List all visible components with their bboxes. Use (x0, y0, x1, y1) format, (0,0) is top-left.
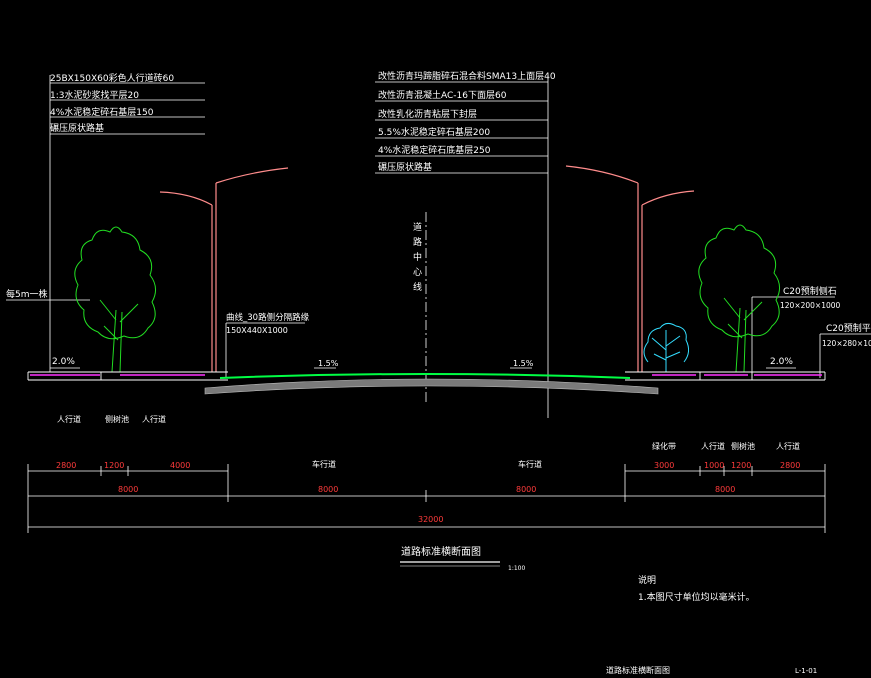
left-layer-1: 25BX150X60彩色人行道砖60 (50, 72, 174, 84)
dim-row2-center-right: 8000 (516, 485, 536, 494)
label-left-tree-pit: 侧树池 (105, 414, 129, 424)
tree-spacing-note: 每5m一株 (6, 288, 48, 300)
dim-row2-right: 8000 (715, 485, 735, 494)
dim-left-4000: 4000 (170, 461, 190, 470)
left-layer-4: 碾压原状路基 (50, 122, 104, 134)
road-cross-section-drawing: 25BX150X60彩色人行道砖60 1:3水泥砂浆找平层20 4%水泥稳定碎石… (6, 70, 871, 675)
dim-right-1000: 1000 (704, 461, 724, 470)
right-curb-2-size: 120×280×1000 (822, 339, 871, 348)
right-shrub-icon (643, 322, 690, 372)
label-lane-right: 车行道 (518, 459, 542, 469)
slope-left-sidewalk: 2.0% (52, 357, 75, 367)
label-right-greenbelt: 绿化带 (652, 441, 676, 451)
road-base-gravel (204, 378, 659, 395)
left-curb-title: 曲线_30路侧分隔路缘 (226, 312, 310, 323)
center-layer-2: 改性沥青混凝土AC-16下面层60 (378, 89, 507, 101)
center-layer-6: 碾压原状路基 (378, 161, 432, 173)
right-tree-icon (698, 224, 780, 373)
titleblock-number: L-1-01 (795, 667, 817, 675)
dim-right-1200: 1200 (731, 461, 751, 470)
left-tree-icon (74, 226, 156, 373)
dim-total: 32000 (418, 515, 443, 524)
right-curb-2-title: C20预制平石 (826, 322, 871, 334)
left-curb-size: 150X440X1000 (226, 326, 288, 335)
cad-drawing-canvas: 25BX150X60彩色人行道砖60 1:3水泥砂浆找平层20 4%水泥稳定碎石… (0, 0, 871, 678)
dim-right-2800: 2800 (780, 461, 800, 470)
titleblock-title: 道路标准横断面图 (606, 665, 670, 675)
dim-right-3000: 3000 (654, 461, 674, 470)
center-layer-4: 5.5%水泥稳定碎石基层200 (378, 126, 490, 138)
notes-heading: 说明 (638, 574, 656, 586)
center-layer-1: 改性沥青玛蹄脂碎石混合料SMA13上面层40 (378, 70, 556, 82)
dim-row2-left: 8000 (118, 485, 138, 494)
road-surface (219, 373, 631, 379)
label-left-sidewalk-1: 人行道 (57, 414, 81, 424)
note-1: 1.本图尺寸单位均以毫米计。 (638, 591, 755, 603)
slope-right-sidewalk: 2.0% (770, 357, 793, 367)
label-lane-left: 车行道 (312, 459, 336, 469)
dim-left-2800: 2800 (56, 461, 76, 470)
slope-right-road: 1.5% (513, 359, 534, 368)
label-left-sidewalk-2: 人行道 (142, 414, 166, 424)
center-layer-5: 4%水泥稳定碎石底基层250 (378, 144, 491, 156)
drawing-title: 道路标准横断面图 (401, 545, 481, 558)
dim-row2-center-left: 8000 (318, 485, 338, 494)
left-layer-callout (49, 75, 205, 372)
label-right-tree-pit: 侧树池 (731, 441, 755, 451)
right-curb-1-title: C20预制侧石 (783, 285, 837, 297)
right-street-light-icon (565, 165, 695, 372)
center-layer-3: 改性乳化沥青粘层下封层 (378, 108, 477, 120)
left-street-light-icon (159, 167, 289, 372)
slope-left-road: 1.5% (318, 359, 339, 368)
dim-left-1200: 1200 (104, 461, 124, 470)
left-layer-2: 1:3水泥砂浆找平层20 (50, 89, 139, 101)
right-curb-1-size: 120×200×1000 (780, 301, 841, 310)
drawing-scale: 1:100 (508, 565, 525, 572)
centerline-label: 道路中心线 (413, 221, 422, 293)
label-right-sidewalk-2: 人行道 (776, 441, 800, 451)
label-right-sidewalk-1: 人行道 (701, 441, 725, 451)
left-layer-3: 4%水泥稳定碎石基层150 (50, 106, 154, 118)
